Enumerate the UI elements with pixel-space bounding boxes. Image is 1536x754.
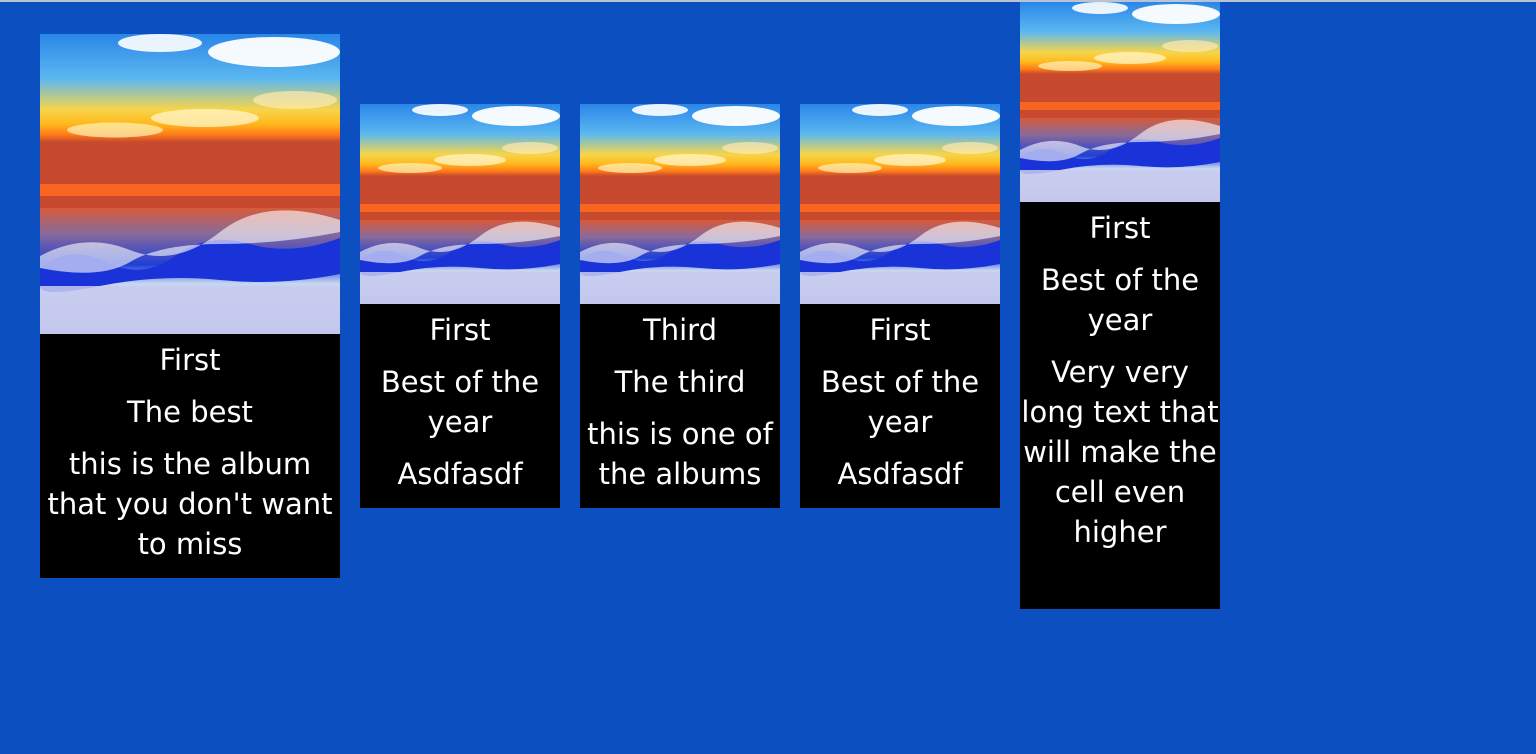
album-art-image <box>360 104 560 304</box>
album-card[interactable]: First Best of the year Asdfasdf <box>360 104 560 508</box>
album-card[interactable]: Third The third this is one of the album… <box>580 104 780 508</box>
album-subtitle: Best of the year <box>820 365 980 439</box>
album-card[interactable]: First The best this is the album that yo… <box>40 34 340 578</box>
album-art-image <box>1020 2 1220 202</box>
album-caption: First Best of the year Very very long te… <box>1020 202 1220 552</box>
album-title: First <box>1089 211 1151 245</box>
album-description: Asdfasdf <box>837 457 963 491</box>
album-caption: First The best this is the album that yo… <box>40 334 340 564</box>
top-border-line <box>0 0 1536 2</box>
album-caption: First Best of the year Asdfasdf <box>800 304 1000 494</box>
album-subtitle: Best of the year <box>1040 263 1200 337</box>
album-description: this is the album that you don't want to… <box>47 447 333 561</box>
album-art-image <box>40 34 340 334</box>
album-card[interactable]: First Best of the year Asdfasdf <box>800 104 1000 508</box>
album-title: Third <box>643 313 717 347</box>
album-caption: Third The third this is one of the album… <box>580 304 780 494</box>
album-title: First <box>159 343 221 377</box>
album-description: Very very long text that will make the c… <box>1021 355 1219 549</box>
album-description: this is one of the albums <box>587 417 773 491</box>
album-art-image <box>580 104 780 304</box>
album-card[interactable]: First Best of the year Very very long te… <box>1020 2 1220 609</box>
album-description: Asdfasdf <box>397 457 523 491</box>
album-art-image <box>800 104 1000 304</box>
album-subtitle: The best <box>127 395 253 429</box>
album-title: First <box>429 313 491 347</box>
album-subtitle: Best of the year <box>380 365 540 439</box>
album-caption: First Best of the year Asdfasdf <box>360 304 560 494</box>
album-subtitle: The third <box>614 365 746 399</box>
album-title: First <box>869 313 931 347</box>
